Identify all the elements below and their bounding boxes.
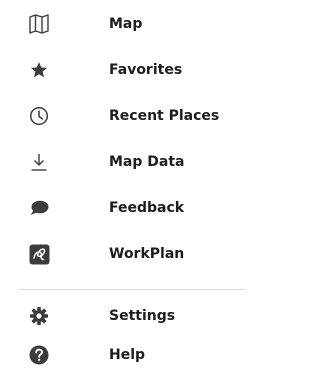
- star-icon: [28, 59, 50, 81]
- help-icon: [28, 344, 50, 366]
- menu-item-label: Map: [109, 16, 143, 32]
- menu-item-label: Map Data: [109, 154, 185, 170]
- menu-item-favorites[interactable]: Favorites: [0, 51, 246, 89]
- menu-item-workplan[interactable]: WorkPlan: [0, 235, 246, 273]
- clock-icon: [28, 105, 50, 127]
- menu-item-label: Favorites: [109, 62, 183, 78]
- gear-icon: [28, 305, 50, 327]
- menu-item-label: WorkPlan: [109, 246, 185, 262]
- menu-item-label: Recent Places: [109, 108, 220, 124]
- navigation-menu: Map Favorites Recent Places Map Data Fee…: [0, 0, 246, 374]
- download-icon: [28, 151, 50, 173]
- menu-item-feedback[interactable]: Feedback: [0, 189, 246, 227]
- speech-bubble-icon: [28, 197, 50, 219]
- menu-item-help[interactable]: Help: [0, 336, 246, 374]
- menu-item-label: Help: [109, 347, 146, 363]
- menu-item-recent-places[interactable]: Recent Places: [0, 97, 246, 135]
- menu-item-settings[interactable]: Settings: [0, 297, 246, 335]
- workplan-icon: [28, 243, 50, 265]
- map-icon: [28, 13, 50, 35]
- menu-item-map[interactable]: Map: [0, 5, 246, 43]
- menu-item-map-data[interactable]: Map Data: [0, 143, 246, 181]
- menu-item-label: Settings: [109, 308, 176, 324]
- menu-item-label: Feedback: [109, 200, 185, 216]
- divider: [18, 289, 246, 290]
